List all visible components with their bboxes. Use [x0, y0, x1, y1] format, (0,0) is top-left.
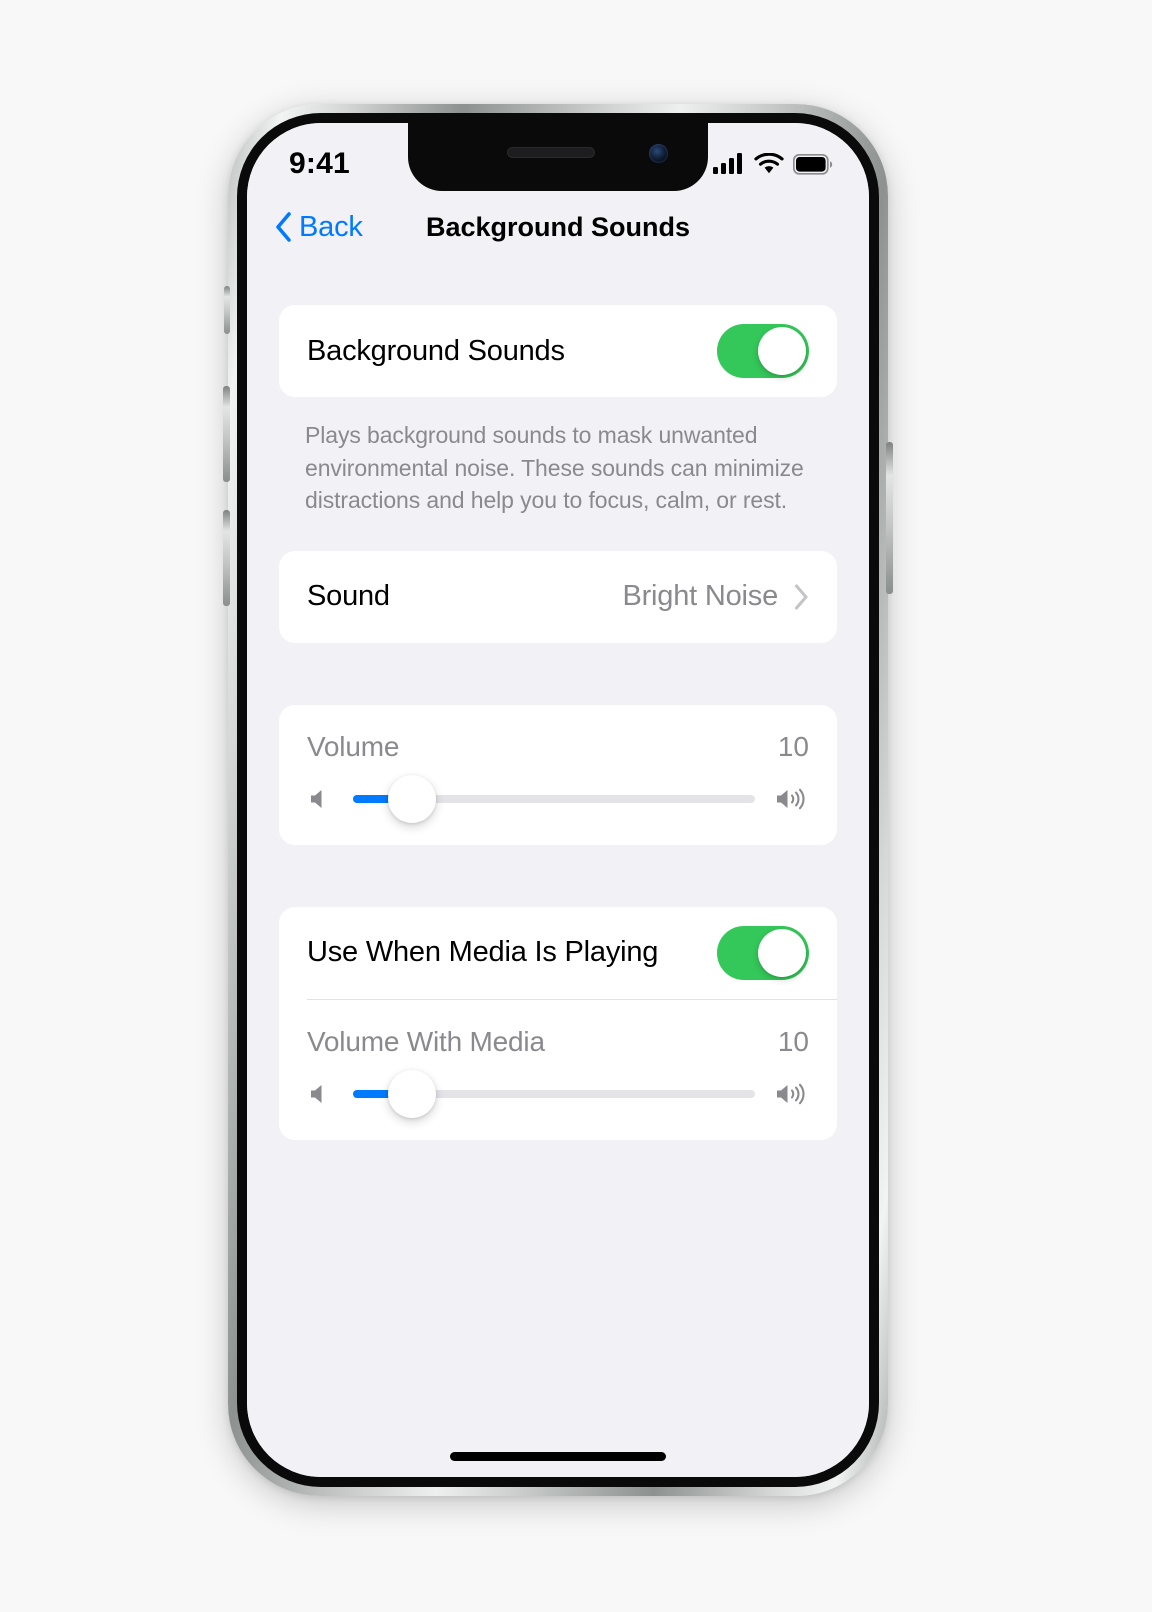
background-sounds-toggle[interactable]	[717, 324, 809, 378]
back-button-label: Back	[299, 210, 363, 243]
volume-up-button[interactable]	[223, 386, 230, 482]
toggle-knob	[758, 928, 806, 977]
media-volume-slider[interactable]	[353, 1069, 755, 1118]
sound-label: Sound	[307, 580, 390, 613]
media-volume-slider-row	[307, 1069, 809, 1118]
notch	[408, 123, 708, 191]
cellular-bars-icon	[713, 153, 742, 174]
volume-header: Volume 10	[307, 705, 809, 785]
media-volume-slider-thumb[interactable]	[388, 1069, 437, 1118]
background-sounds-card: Background Sounds	[279, 305, 837, 397]
page-title: Background Sounds	[425, 211, 691, 242]
battery-full-icon	[793, 153, 833, 175]
toggle-knob	[758, 327, 806, 375]
navigation-bar: Back Background Sounds	[247, 191, 869, 263]
sound-value-wrap: Bright Noise	[622, 580, 809, 613]
media-toggle-label: Use When Media Is Playing	[307, 936, 659, 969]
volume-value: 10	[777, 730, 809, 762]
background-sounds-label: Background Sounds	[307, 334, 565, 367]
status-indicators	[713, 153, 833, 175]
speaker-low-icon	[311, 789, 322, 808]
chevron-right-icon	[794, 584, 808, 610]
media-volume-slider-block: Volume With Media 10	[279, 1000, 837, 1140]
volume-slider-row	[307, 774, 809, 823]
back-button[interactable]: Back	[275, 211, 363, 244]
power-button[interactable]	[886, 442, 893, 594]
status-time: 9:41	[289, 147, 350, 180]
background-sounds-description: Plays background sounds to mask unwanted…	[305, 422, 804, 514]
sound-card: Sound Bright Noise	[279, 550, 837, 643]
background-sounds-row[interactable]: Background Sounds	[279, 305, 837, 397]
volume-slider-thumb[interactable]	[388, 774, 437, 823]
volume-down-button[interactable]	[223, 510, 230, 606]
media-volume-value: 10	[777, 1025, 809, 1057]
chevron-left-icon	[276, 212, 291, 242]
iphone-device: 9:41 Back Background Sounds Background S…	[223, 104, 893, 1496]
mute-switch[interactable]	[224, 286, 230, 334]
media-volume-label: Volume With Media	[307, 1025, 545, 1057]
volume-slider[interactable]	[353, 774, 755, 823]
front-camera-icon	[649, 144, 668, 163]
sound-value: Bright Noise	[622, 580, 778, 613]
home-indicator[interactable]	[450, 1452, 666, 1461]
media-toggle-row[interactable]: Use When Media Is Playing	[279, 907, 837, 999]
media-toggle[interactable]	[717, 925, 809, 980]
volume-card: Volume 10	[279, 704, 837, 845]
settings-content: Background Sounds Plays background sound…	[247, 263, 869, 1477]
speaker-high-icon	[777, 1083, 805, 1105]
phone-screen: 9:41 Back Background Sounds Background S…	[247, 123, 869, 1477]
wifi-icon	[754, 153, 784, 174]
speaker-low-icon	[311, 1084, 322, 1103]
media-card: Use When Media Is Playing Volume With Me…	[279, 906, 837, 1140]
media-volume-header: Volume With Media 10	[307, 1000, 809, 1080]
volume-slider-block: Volume 10	[279, 705, 837, 845]
speaker-high-icon	[777, 788, 805, 810]
volume-label: Volume	[307, 730, 400, 762]
earpiece-speaker-icon	[506, 147, 595, 158]
sound-row[interactable]: Sound Bright Noise	[279, 551, 837, 643]
